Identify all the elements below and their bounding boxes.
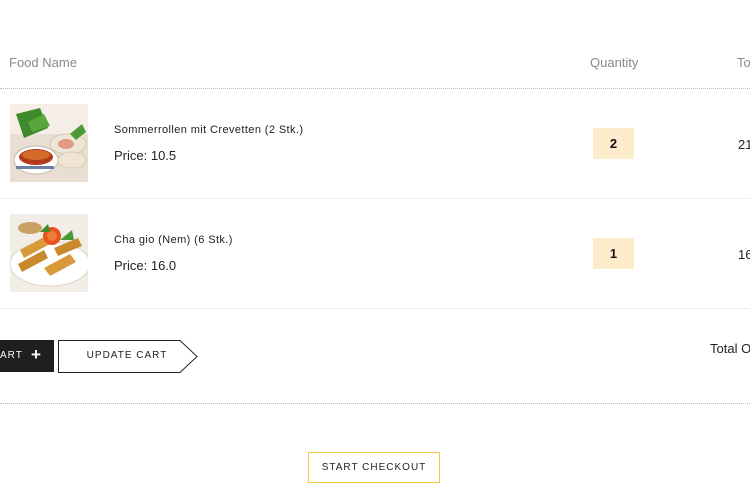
table-row [0,89,750,198]
plus-icon: + [31,345,42,364]
quantity-field[interactable]: 1 [593,238,634,269]
item-name: Cha gio (Nem) (6 Stk.) [114,234,233,246]
order-total-label: Total O [710,341,750,356]
header-total: To [737,55,750,70]
item-name: Sommerrollen mit Crevetten (2 Stk.) [114,124,304,136]
header-food-name: Food Name [9,55,77,70]
item-price: Price: 10.5 [114,148,177,163]
update-cart-button[interactable]: UPDATE CART [58,340,200,373]
footer-divider [0,403,750,404]
header-quantity: Quantity [590,55,639,70]
summer-rolls-photo [10,104,88,182]
continue-shopping-button[interactable]: ART + [0,340,54,372]
update-cart-label: UPDATE CART [86,350,168,361]
row-total: 21 [738,137,750,152]
row-divider [0,308,750,309]
quantity-field[interactable]: 2 [593,128,634,159]
spring-rolls-photo [10,214,88,292]
item-price: Price: 16.0 [114,258,177,273]
row-total: 16 [738,247,750,262]
start-checkout-button[interactable]: START CHECKOUT [308,452,440,483]
table-row [0,199,750,308]
continue-shopping-label: ART [0,350,23,361]
